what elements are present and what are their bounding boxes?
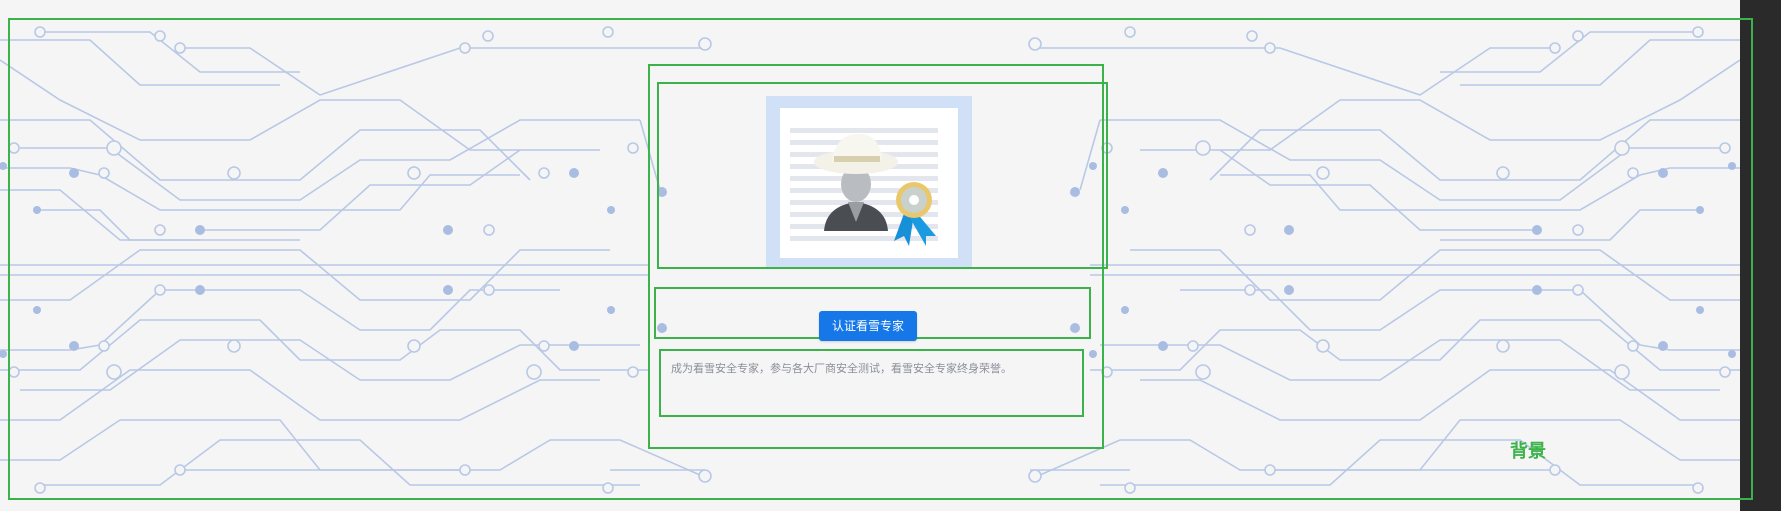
certified-expert-hacker-icon [766,96,972,267]
background-label: 背景 [1510,441,1546,461]
description-text: 成为看雪安全专家，参与各大厂商安全测试，看雪安全专家终身荣誉。 [671,363,1012,375]
certify-expert-button[interactable]: 认证看雪专家 [819,311,917,341]
